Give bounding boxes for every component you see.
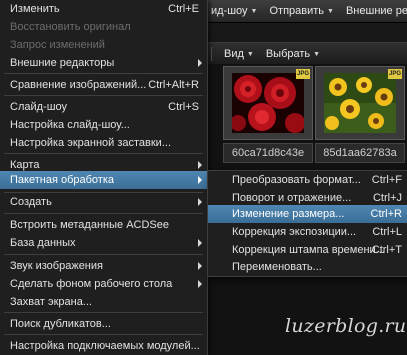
toolbar-external-editors-label: Внешние реда	[345, 5, 407, 17]
menu-item-label: Сделать фоном рабочего стола	[10, 278, 173, 290]
submenu-item-label: Преобразовать формат...	[232, 174, 361, 186]
roses-image	[232, 73, 304, 133]
menu-item-label: Восстановить оригинал	[10, 21, 131, 33]
menu-item-slideshow[interactable]: Слайд-шоу Ctrl+S	[0, 98, 207, 116]
menu-item-set-wallpaper[interactable]: Сделать фоном рабочего стола	[0, 275, 207, 293]
main-toolbar: ид-шоу▼ Отправить▼ Внешние реда	[205, 0, 407, 23]
submenu-item-label: Изменение размера...	[232, 208, 345, 220]
caret-down-icon: ▼	[327, 7, 334, 15]
caret-down-icon: ▼	[250, 7, 258, 15]
menu-item-image-sound[interactable]: Звук изображения	[0, 257, 207, 275]
toolbar-divider	[211, 47, 212, 61]
submenu-item-shortcut: Ctrl+F	[371, 174, 402, 186]
toolbar-slideshow-label: ид-шоу	[211, 5, 248, 17]
submenu-item-shortcut: Ctrl+R	[370, 208, 402, 220]
menu-item-restore-original[interactable]: Восстановить оригинал	[0, 18, 207, 36]
batch-processing-submenu: Преобразовать формат... Ctrl+F Поворот и …	[207, 170, 407, 277]
submenu-arrow-icon	[198, 59, 202, 67]
toolbar-send-label: Отправить	[269, 5, 325, 17]
submenu-item-rename[interactable]: Переименовать...	[208, 258, 407, 276]
watermark: luzerblog.ru	[285, 315, 407, 337]
menu-item-compare-images[interactable]: Сравнение изображений... Ctrl+Alt+R	[0, 76, 207, 94]
menu-item-label: Настройка подключаемых модулей...	[10, 340, 200, 352]
caret-down-icon: ▼	[246, 50, 254, 58]
toolbar-send-button[interactable]: Отправить ▼	[263, 5, 339, 17]
menu-separator	[4, 312, 203, 313]
submenu-item-timestamp-correction[interactable]: Коррекция штампа времени... Ctrl+T	[208, 241, 407, 259]
submenu-item-convert-format[interactable]: Преобразовать формат... Ctrl+F	[208, 171, 407, 189]
menu-item-label: Поиск дубликатов...	[10, 318, 111, 330]
submenu-item-label: Коррекция экспозиции...	[232, 226, 357, 238]
menu-item-shortcut: Ctrl+S	[168, 101, 199, 113]
submenu-item-shortcut: Ctrl+J	[372, 192, 402, 204]
menu-item-shortcut: Ctrl+E	[168, 3, 199, 15]
menu-item-label: Создать	[10, 196, 52, 208]
submenu-arrow-icon	[198, 239, 202, 247]
view-toolbar: Вид ▼ Выбрать ▼	[205, 42, 407, 66]
submenu-item-label: Поворот и отражение...	[232, 192, 352, 204]
menu-item-embed-metadata[interactable]: Встроить метаданные ACDSee	[0, 216, 207, 234]
submenu-arrow-icon	[198, 280, 202, 288]
select-label: Выбрать	[265, 48, 311, 60]
menu-item-label: Настройка слайд-шоу...	[10, 119, 130, 131]
toolbar-slideshow-button[interactable]: ид-шоу ▼	[205, 5, 263, 17]
submenu-arrow-icon	[198, 198, 202, 206]
caret-down-icon: ▼	[313, 50, 321, 58]
menu-separator	[4, 153, 203, 154]
menu-item-label: Захват экрана...	[10, 296, 92, 308]
submenu-item-shortcut: Ctrl+L	[372, 226, 402, 238]
menu-item-screen-capture[interactable]: Захват экрана...	[0, 293, 207, 311]
view-label: Вид	[224, 48, 244, 60]
menu-item-screensaver-settings[interactable]: Настройка экранной заставки...	[0, 134, 207, 152]
submenu-arrow-icon	[198, 262, 202, 270]
view-dropdown[interactable]: Вид ▼	[218, 48, 260, 60]
menu-item-label: Звук изображения	[10, 260, 103, 272]
menu-item-external-editors[interactable]: Внешние редакторы	[0, 54, 207, 72]
menu-item-label: Пакетная обработка	[10, 174, 114, 186]
menu-separator	[4, 73, 203, 74]
submenu-item-label: Переименовать...	[232, 261, 322, 273]
toolbar-external-editors-button[interactable]: Внешние реда	[340, 5, 407, 17]
menu-item-edit[interactable]: Изменить Ctrl+E	[0, 0, 207, 18]
menu-separator	[4, 95, 203, 96]
thumbnail-caption[interactable]: 60ca71d8c43e	[223, 143, 313, 163]
select-dropdown[interactable]: Выбрать ▼	[260, 48, 326, 60]
jpg-badge: JPG	[388, 69, 402, 79]
thumbnail-caption[interactable]: 85d1aa62783a	[315, 143, 405, 163]
menu-item-label: Настройка экранной заставки...	[10, 137, 171, 149]
menu-separator	[4, 254, 203, 255]
submenu-item-exposure-correction[interactable]: Коррекция экспозиции... Ctrl+L	[208, 223, 407, 241]
flowers-image	[324, 73, 396, 133]
menu-item-plugin-settings[interactable]: Настройка подключаемых модулей...	[0, 337, 207, 355]
jpg-badge: JPG	[296, 69, 310, 79]
menu-item-batch-processing[interactable]: Пакетная обработка	[0, 171, 207, 189]
submenu-arrow-icon	[198, 176, 202, 184]
thumbnail-roses[interactable]: JPG	[223, 66, 313, 140]
menu-item-label: Запрос изменений	[10, 39, 105, 51]
submenu-item-shortcut: Ctrl+T	[371, 244, 402, 256]
submenu-item-resize[interactable]: Изменение размера... Ctrl+R	[208, 205, 407, 223]
menu-item-slideshow-settings[interactable]: Настройка слайд-шоу...	[0, 116, 207, 134]
menu-item-database[interactable]: База данных	[0, 234, 207, 252]
menu-separator	[4, 213, 203, 214]
menu-item-label: Сравнение изображений...	[10, 79, 147, 91]
menu-item-create[interactable]: Создать	[0, 193, 207, 211]
tools-menu: Изменить Ctrl+E Восстановить оригинал Зап…	[0, 0, 208, 355]
thumbnail-flowers[interactable]: JPG	[315, 66, 405, 140]
menu-separator	[4, 334, 203, 335]
menu-item-label: Карта	[10, 159, 40, 171]
menu-item-request-changes[interactable]: Запрос изменений	[0, 36, 207, 54]
menu-item-label: Изменить	[10, 3, 60, 15]
menu-item-label: Внешние редакторы	[10, 57, 115, 69]
menu-item-shortcut: Ctrl+Alt+R	[148, 79, 199, 91]
submenu-item-label: Коррекция штампа времени...	[232, 244, 385, 256]
menu-item-label: База данных	[10, 237, 76, 249]
menu-item-find-duplicates[interactable]: Поиск дубликатов...	[0, 315, 207, 333]
submenu-arrow-icon	[198, 161, 202, 169]
menu-item-label: Слайд-шоу	[10, 101, 68, 113]
menu-item-label: Встроить метаданные ACDSee	[10, 219, 169, 231]
